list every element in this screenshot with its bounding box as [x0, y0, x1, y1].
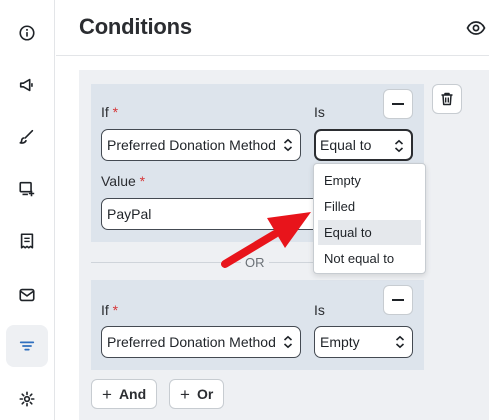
brush-icon[interactable] [6, 116, 48, 158]
dropdown-option-equal-to[interactable]: Equal to [318, 220, 421, 245]
page-title: Conditions [79, 14, 192, 39]
receipt-icon[interactable] [6, 220, 48, 262]
conditions-panel: If * Is Preferred Donation Method Equal … [79, 70, 489, 420]
operator-dropdown: Empty Filled Equal to Not equal to [313, 163, 426, 274]
header: Conditions [56, 0, 489, 56]
plus-icon: + [180, 384, 190, 404]
chevron-updown-icon [283, 138, 293, 152]
is-label: Is [314, 302, 325, 318]
dropdown-option-empty[interactable]: Empty [318, 168, 421, 193]
remove-condition-button[interactable] [383, 285, 413, 315]
dropdown-option-filled[interactable]: Filled [318, 194, 421, 219]
chevron-updown-icon [394, 139, 404, 153]
remove-condition-button[interactable] [383, 89, 413, 119]
if-label: If * [101, 302, 119, 318]
minus-icon [392, 299, 404, 301]
chevron-updown-icon [395, 335, 405, 349]
condition-group-2: If * Is Preferred Donation Method Empty [91, 280, 424, 370]
value-label: Value * [101, 173, 146, 189]
sidebar [0, 0, 55, 420]
info-icon[interactable] [6, 12, 48, 54]
field-select[interactable]: Preferred Donation Method [101, 129, 301, 161]
is-label: Is [314, 104, 325, 120]
plus-icon: + [102, 384, 112, 404]
megaphone-icon[interactable] [6, 64, 48, 106]
dropdown-option-not-equal-to[interactable]: Not equal to [318, 246, 421, 271]
field-select[interactable]: Preferred Donation Method [101, 326, 301, 358]
filter-lines-icon[interactable] [6, 325, 48, 367]
chevron-updown-icon [283, 335, 293, 349]
add-card-icon[interactable] [6, 168, 48, 210]
mail-icon[interactable] [6, 274, 48, 316]
minus-icon [392, 103, 404, 105]
operator-select[interactable]: Equal to [314, 129, 413, 161]
or-separator-label: OR [241, 255, 269, 270]
delete-group-button[interactable] [432, 84, 462, 114]
add-and-button[interactable]: + And [91, 379, 158, 409]
trash-icon [441, 92, 453, 106]
eye-icon[interactable] [466, 18, 486, 38]
operator-select[interactable]: Empty [314, 326, 413, 358]
if-label: If * [101, 104, 119, 120]
gear-icon[interactable] [6, 378, 48, 420]
add-or-button[interactable]: + Or [169, 379, 225, 409]
